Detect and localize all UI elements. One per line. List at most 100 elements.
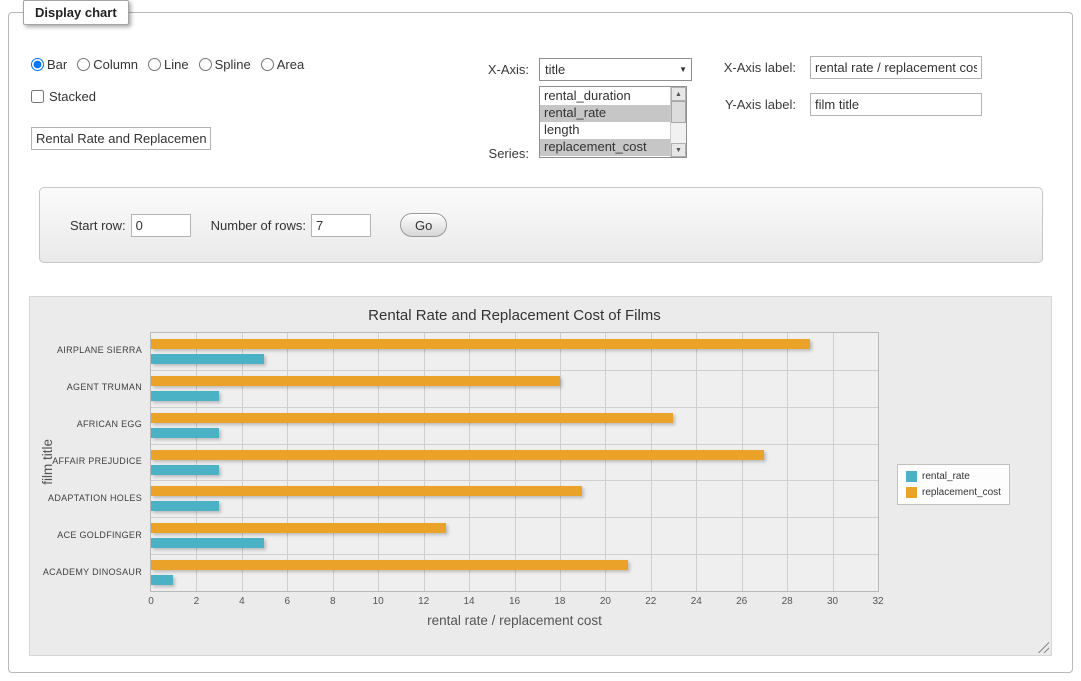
chart-type-radio-area[interactable]	[261, 58, 274, 71]
plot-area	[150, 332, 879, 592]
y-axis-label-input[interactable]	[810, 93, 982, 116]
gridline	[151, 517, 878, 518]
x-tick-label: 2	[181, 596, 211, 607]
chart-type-radios: Bar Column Line Spline Area	[31, 57, 304, 72]
series-label: Series:	[429, 146, 529, 161]
gridline	[378, 333, 379, 591]
x-tick-label: 20	[590, 596, 620, 607]
chart-container: Rental Rate and Replacement Cost of Film…	[29, 296, 1052, 656]
series-listbox-options: rental_durationrental_ratelengthreplacem…	[540, 87, 670, 157]
chart-type-bar[interactable]: Bar	[31, 57, 67, 72]
bar-replacement_cost	[151, 560, 628, 570]
legend-swatch-rental_rate	[906, 471, 917, 482]
chart-type-area[interactable]: Area	[261, 57, 304, 72]
scroll-down-icon[interactable]: ▼	[671, 143, 686, 157]
gridline	[242, 333, 243, 591]
gridline	[515, 333, 516, 591]
chart-legend-box: rental_rate replacement_cost	[897, 464, 1010, 505]
gridline	[469, 333, 470, 591]
series-scrollbar[interactable]: ▲ ▼	[670, 87, 686, 157]
category-label: ACADEMY DINOSAUR	[30, 567, 142, 577]
num-rows-input[interactable]	[311, 214, 371, 237]
chart-type-label: Spline	[215, 57, 251, 72]
chart-title: Rental Rate and Replacement Cost of Film…	[150, 307, 879, 324]
chart-type-spline[interactable]: Spline	[199, 57, 251, 72]
bar-rental_rate	[151, 428, 219, 438]
gridline	[833, 333, 834, 591]
legend-entry-rental_rate: rental_rate	[906, 471, 1001, 482]
chart-type-radio-spline[interactable]	[199, 58, 212, 71]
x-axis-select-value: title	[545, 62, 565, 77]
gridline	[424, 333, 425, 591]
x-tick-label: 30	[818, 596, 848, 607]
resize-handle-icon[interactable]	[1037, 641, 1049, 653]
series-option-rental_duration[interactable]: rental_duration	[540, 88, 670, 105]
category-label: AFFAIR PREJUDICE	[30, 456, 142, 466]
chart-type-column[interactable]: Column	[77, 57, 138, 72]
series-option-rental_rate[interactable]: rental_rate	[540, 105, 670, 122]
category-label: AGENT TRUMAN	[30, 382, 142, 392]
chart-x-axis-title: rental rate / replacement cost	[150, 613, 879, 628]
bar-replacement_cost	[151, 450, 764, 460]
series-option-length[interactable]: length	[540, 122, 670, 139]
x-tick-label: 28	[772, 596, 802, 607]
scrollbar-thumb[interactable]	[671, 101, 686, 123]
gridline	[151, 370, 878, 371]
bar-rental_rate	[151, 354, 264, 364]
gridline	[560, 333, 561, 591]
gridline	[605, 333, 606, 591]
legend-label: rental_rate	[922, 471, 970, 482]
legend-swatch-replacement_cost	[906, 487, 917, 498]
display-chart-legend: Display chart	[23, 0, 129, 25]
legend-entry-replacement_cost: replacement_cost	[906, 487, 1001, 498]
stacked-checkbox[interactable]	[31, 90, 44, 103]
gridline	[333, 333, 334, 591]
series-listbox[interactable]: rental_durationrental_ratelengthreplacem…	[539, 86, 687, 158]
bar-rental_rate	[151, 538, 264, 548]
x-axis-label-caption: X-Axis label:	[691, 60, 796, 75]
chart-title-input[interactable]	[31, 127, 211, 150]
scroll-up-icon[interactable]: ▲	[671, 87, 686, 101]
series-option-replacement_cost[interactable]: replacement_cost	[540, 139, 670, 156]
category-label: AIRPLANE SIERRA	[30, 345, 142, 355]
chart-type-label: Area	[277, 57, 304, 72]
bar-replacement_cost	[151, 523, 446, 533]
bar-replacement_cost	[151, 413, 673, 423]
x-tick-label: 4	[227, 596, 257, 607]
x-tick-label: 8	[318, 596, 348, 607]
x-tick-label: 14	[454, 596, 484, 607]
bar-replacement_cost	[151, 376, 560, 386]
rows-panel: Start row: Number of rows: Go	[39, 187, 1043, 263]
x-axis-select[interactable]: title ▼	[539, 58, 692, 81]
gridline	[151, 480, 878, 481]
chart-type-radio-column[interactable]	[77, 58, 90, 71]
y-axis-label-caption: Y-Axis label:	[691, 97, 796, 112]
start-row-input[interactable]	[131, 214, 191, 237]
gridline	[151, 444, 878, 445]
rows-form: Start row: Number of rows: Go	[70, 188, 447, 262]
x-tick-label: 16	[500, 596, 530, 607]
chart-type-line[interactable]: Line	[148, 57, 189, 72]
gridline	[151, 407, 878, 408]
bar-rental_rate	[151, 501, 219, 511]
stacked-label: Stacked	[49, 89, 96, 104]
x-axis-label-input[interactable]	[810, 56, 982, 79]
go-button[interactable]: Go	[400, 213, 447, 237]
bar-replacement_cost	[151, 486, 582, 496]
gridline	[742, 333, 743, 591]
x-tick-label: 22	[636, 596, 666, 607]
stacked-option[interactable]: Stacked	[31, 89, 96, 104]
chart-type-radio-bar[interactable]	[31, 58, 44, 71]
gridline	[151, 554, 878, 555]
category-label: ACE GOLDFINGER	[30, 530, 142, 540]
x-tick-label: 32	[863, 596, 893, 607]
x-tick-label: 0	[136, 596, 166, 607]
chart-type-label: Column	[93, 57, 138, 72]
bar-rental_rate	[151, 465, 219, 475]
x-tick-label: 10	[363, 596, 393, 607]
gridline	[287, 333, 288, 591]
gridline	[196, 333, 197, 591]
chart-type-radio-line[interactable]	[148, 58, 161, 71]
gridline	[787, 333, 788, 591]
dropdown-arrow-icon: ▼	[679, 65, 687, 74]
